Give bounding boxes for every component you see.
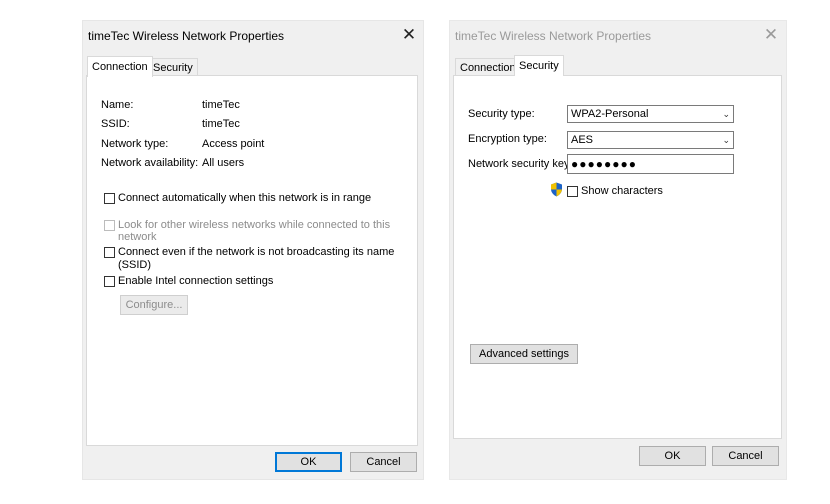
- name-label: Name:: [101, 99, 134, 111]
- connection-tab-panel: Name: timeTec SSID: timeTec Network type…: [86, 75, 418, 446]
- network-availability-value: All users: [202, 157, 245, 169]
- hidden-ssid-checkbox[interactable]: [104, 247, 115, 258]
- security-type-select[interactable]: WPA2-Personal ⌄: [567, 105, 734, 123]
- ok-button[interactable]: OK: [639, 446, 706, 466]
- ssid-value: timeTec: [202, 118, 240, 130]
- network-availability-label: Network availability:: [101, 157, 199, 169]
- uac-shield-icon: [551, 182, 562, 197]
- auto-connect-label[interactable]: Connect automatically when this network …: [118, 192, 371, 204]
- ssid-label: SSID:: [101, 118, 130, 130]
- network-type-value: Access point: [202, 138, 265, 150]
- security-properties-dialog: timeTec Wireless Network Properties ✕ Co…: [449, 20, 787, 480]
- encryption-type-value: AES: [571, 134, 594, 146]
- close-icon[interactable]: ✕: [758, 24, 784, 46]
- close-icon[interactable]: ✕: [396, 24, 422, 46]
- cancel-button[interactable]: Cancel: [350, 452, 417, 472]
- advanced-settings-button[interactable]: Advanced settings: [470, 344, 578, 364]
- dialog-title: timeTec Wireless Network Properties: [455, 29, 652, 43]
- security-type-label: Security type:: [468, 108, 535, 120]
- show-characters-checkbox[interactable]: [567, 186, 578, 197]
- chevron-down-icon: ⌄: [722, 109, 730, 119]
- intel-settings-label[interactable]: Enable Intel connection settings: [118, 275, 273, 287]
- encryption-type-label: Encryption type:: [468, 133, 547, 145]
- hidden-ssid-label-line1[interactable]: Connect even if the network is not broad…: [118, 246, 394, 258]
- chevron-down-icon: ⌄: [722, 135, 730, 145]
- name-value: timeTec: [202, 99, 240, 111]
- ok-button[interactable]: OK: [275, 452, 342, 472]
- network-type-label: Network type:: [101, 138, 169, 150]
- network-security-key-input[interactable]: ●●●●●●●●: [567, 154, 734, 174]
- tab-connection[interactable]: Connection: [87, 56, 153, 77]
- hidden-ssid-label-line2[interactable]: (SSID): [118, 259, 151, 271]
- look-other-networks-checkbox: [104, 220, 115, 231]
- look-other-networks-label-line1: Look for other wireless networks while c…: [118, 219, 391, 231]
- configure-button: Configure...: [120, 295, 188, 315]
- auto-connect-checkbox[interactable]: [104, 193, 115, 204]
- cancel-button[interactable]: Cancel: [712, 446, 779, 466]
- show-characters-label[interactable]: Show characters: [581, 185, 663, 197]
- tab-security[interactable]: Security: [514, 55, 564, 76]
- network-security-key-label: Network security key: [468, 158, 570, 170]
- connection-properties-dialog: timeTec Wireless Network Properties ✕ Co…: [82, 20, 424, 480]
- look-other-networks-label-line2: network: [118, 231, 157, 243]
- intel-settings-checkbox[interactable]: [104, 276, 115, 287]
- security-type-value: WPA2-Personal: [571, 108, 649, 120]
- security-tab-panel: Security type: WPA2-Personal ⌄ Encryptio…: [453, 75, 782, 439]
- dialog-title: timeTec Wireless Network Properties: [88, 29, 285, 43]
- encryption-type-select[interactable]: AES ⌄: [567, 131, 734, 149]
